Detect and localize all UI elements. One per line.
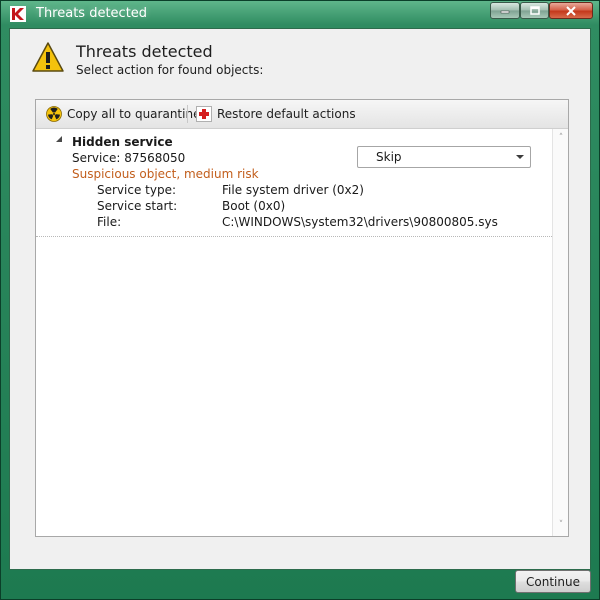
maximize-icon (529, 6, 540, 15)
service-type-label: Service type: (97, 183, 177, 197)
minimize-icon (500, 10, 510, 13)
warning-triangle-icon (32, 42, 64, 72)
scroll-up-icon[interactable]: ˄ (556, 133, 566, 143)
threat-list: Hidden service Service: 87568050 Suspici… (36, 129, 552, 536)
toolbar-divider (187, 105, 188, 123)
threat-service: Service: 87568050 (72, 151, 186, 165)
page-title: Threats detected (76, 42, 213, 61)
radiation-icon (46, 106, 62, 122)
restore-default-actions-button[interactable]: Restore default actions (196, 105, 356, 123)
title-bar[interactable]: Threats detected (1, 1, 599, 28)
vertical-scrollbar[interactable]: ˄ ˅ (552, 129, 568, 536)
threat-list-panel: Copy all to quarantine Restore default a… (35, 99, 569, 537)
minimize-button[interactable] (490, 2, 520, 19)
action-selected-value: Skip (376, 150, 402, 164)
page-subtitle: Select action for found objects: (76, 63, 264, 77)
threats-window: Threats detected Threats detected Select… (0, 0, 600, 600)
close-button[interactable] (549, 2, 593, 19)
collapse-arrow-icon[interactable] (56, 136, 62, 142)
close-icon (566, 5, 576, 16)
chevron-down-icon (516, 155, 524, 159)
file-label: File: (97, 215, 122, 229)
maximize-button[interactable] (520, 2, 549, 19)
scroll-down-icon[interactable]: ˅ (556, 520, 566, 530)
kaspersky-k-icon (10, 6, 26, 22)
action-dropdown[interactable]: Skip (357, 146, 531, 168)
threat-name: Hidden service (72, 135, 173, 149)
red-cross-icon (196, 106, 212, 122)
service-type-value: File system driver (0x2) (222, 183, 364, 197)
window-title: Threats detected (36, 6, 148, 21)
item-separator (36, 236, 552, 237)
toolbar: Copy all to quarantine Restore default a… (36, 100, 568, 129)
continue-button[interactable]: Continue (515, 570, 591, 593)
service-start-value: Boot (0x0) (222, 199, 286, 213)
dialog-body: Threats detected Select action for found… (9, 28, 591, 570)
copy-to-quarantine-label: Copy all to quarantine (67, 107, 201, 121)
file-value: C:\WINDOWS\system32\drivers\90800805.sys (222, 215, 498, 229)
restore-default-actions-label: Restore default actions (217, 107, 356, 121)
service-start-label: Service start: (97, 199, 178, 213)
copy-to-quarantine-button[interactable]: Copy all to quarantine (46, 105, 200, 123)
threat-risk: Suspicious object, medium risk (72, 167, 259, 181)
